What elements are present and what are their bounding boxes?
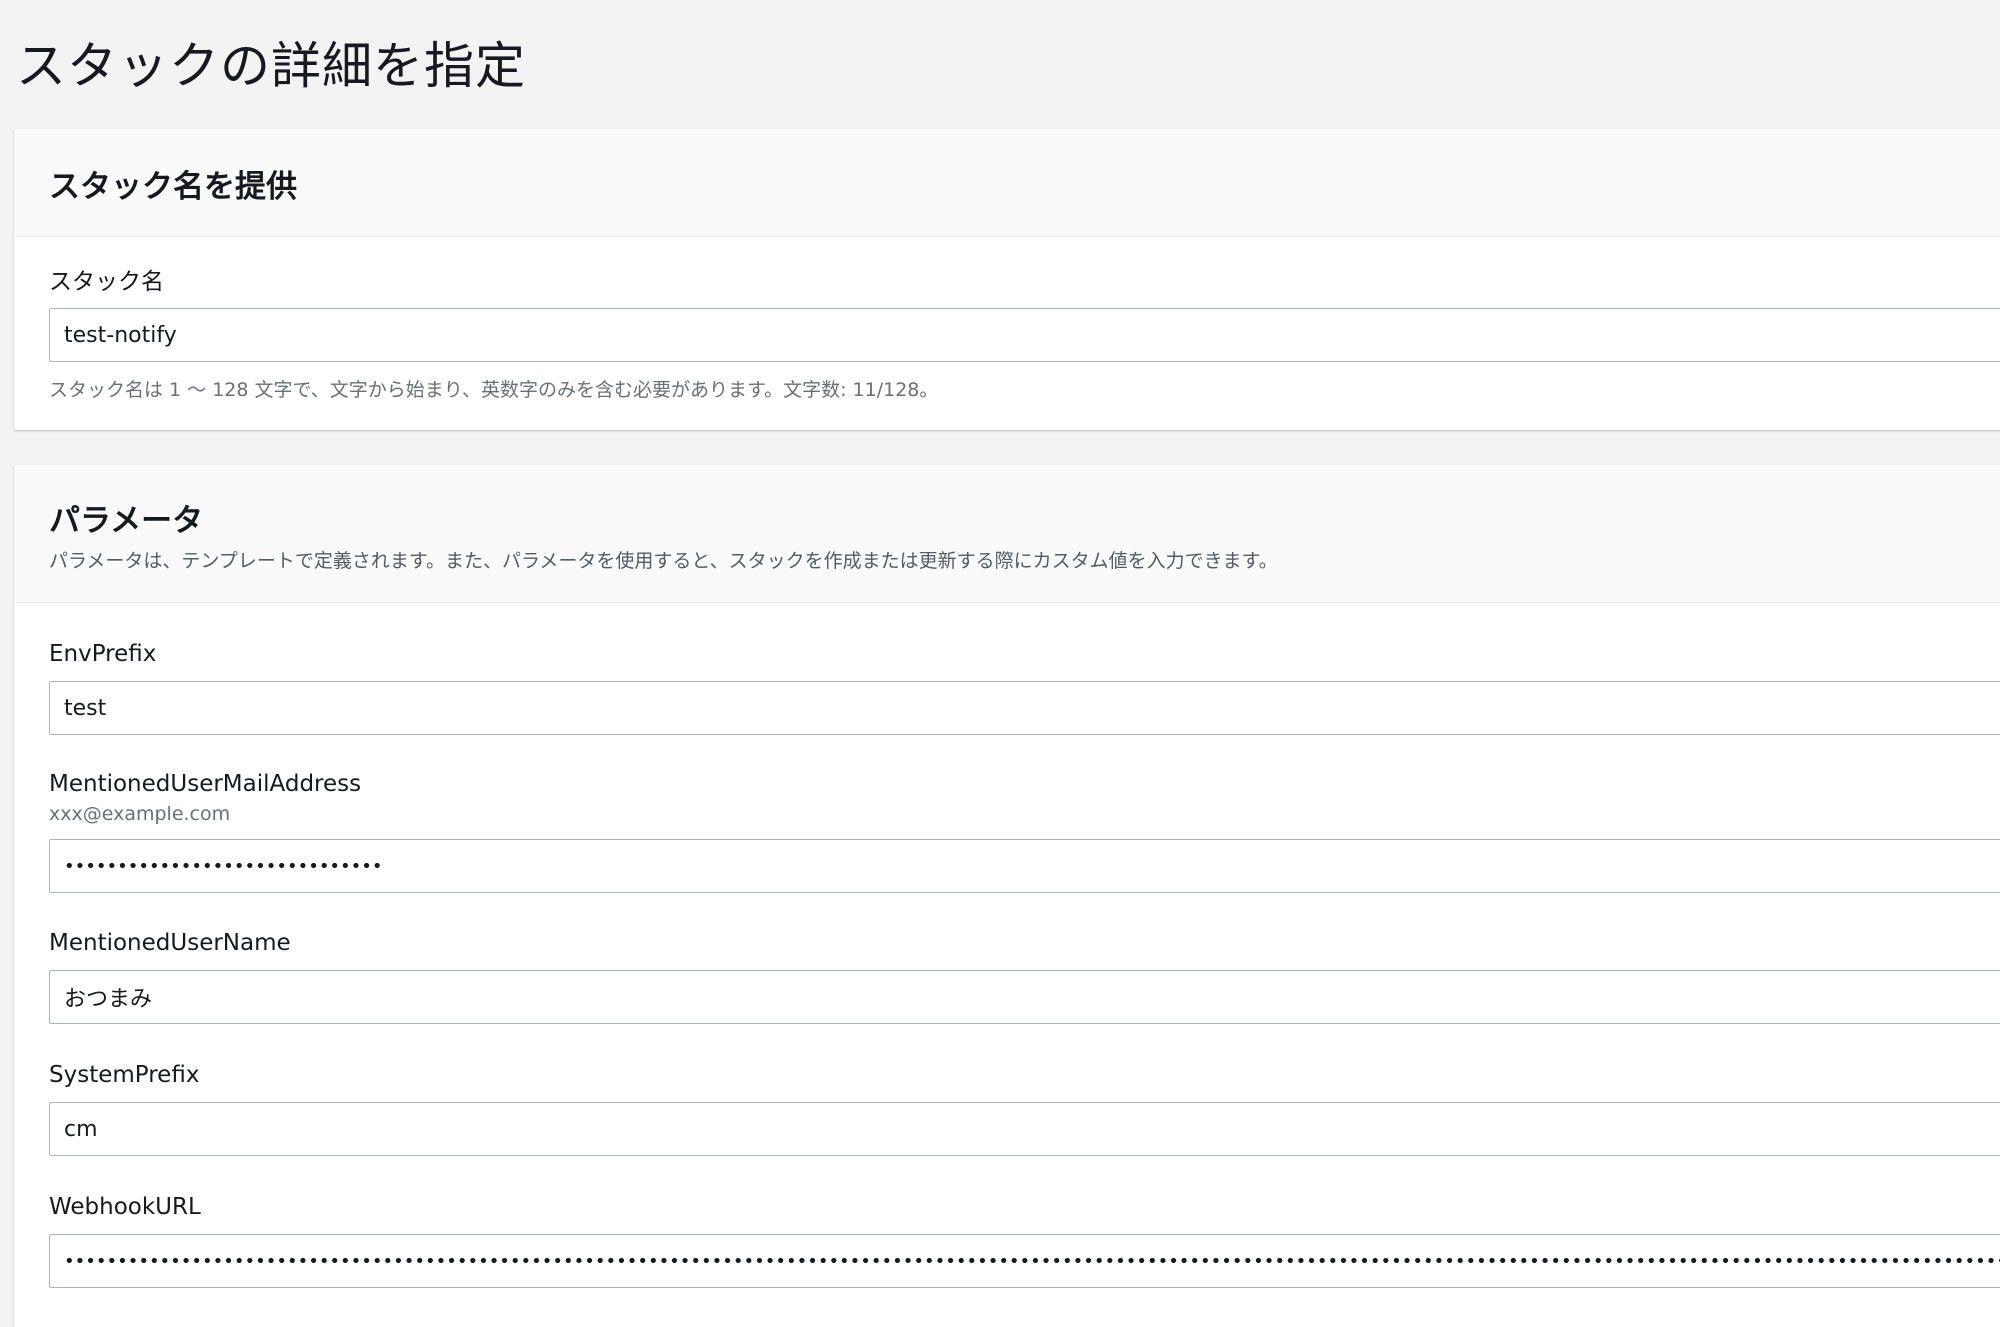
envprefix-input[interactable] [49,681,2000,735]
param-label: SystemPrefix [49,1062,200,1088]
stack-name-input[interactable] [49,308,2000,362]
stack-name-panel-header: スタック名を提供 [14,129,2000,237]
param-label: EnvPrefix [49,641,157,667]
param-field-system-prefix: SystemPrefix [49,1062,2000,1156]
stack-name-field: スタック名 スタック名は 1 〜 128 文字で、文字から始まり、英数字のみを含… [49,269,2000,401]
mentioned-user-name-input[interactable] [49,970,2000,1024]
param-field-mentioned-user-mail-address: MentionedUserMailAddress xxx@example.com [49,771,2000,893]
param-field-webhook-url: WebhookURL [49,1194,2000,1288]
param-field-mentioned-user-name: MentionedUserName [49,930,2000,1024]
mentioned-user-mail-address-input[interactable] [49,839,2000,893]
stack-name-panel-title: スタック名を提供 [49,169,297,205]
param-label: WebhookURL [49,1194,201,1220]
stack-name-panel: スタック名を提供 スタック名 スタック名は 1 〜 128 文字で、文字から始ま… [14,129,2000,430]
param-description: xxx@example.com [49,803,231,825]
param-label: MentionedUserName [49,930,291,956]
webhook-url-input[interactable] [49,1234,2000,1288]
system-prefix-input[interactable] [49,1102,2000,1156]
stack-name-hint: スタック名は 1 〜 128 文字で、文字から始まり、英数字のみを含む必要があり… [49,379,939,401]
parameters-panel-description: パラメータは、テンプレートで定義されます。また、パラメータを使用すると、スタック… [49,550,1278,572]
stack-name-label: スタック名 [49,269,164,295]
page-title: スタックの詳細を指定 [16,37,526,95]
parameters-panel-title: パラメータ [49,503,204,539]
param-label: MentionedUserMailAddress [49,771,362,797]
parameters-panel: パラメータ パラメータは、テンプレートで定義されます。また、パラメータを使用する… [14,465,2000,1327]
parameters-panel-header: パラメータ パラメータは、テンプレートで定義されます。また、パラメータを使用する… [14,465,2000,603]
param-field-envprefix: EnvPrefix [49,641,2000,735]
